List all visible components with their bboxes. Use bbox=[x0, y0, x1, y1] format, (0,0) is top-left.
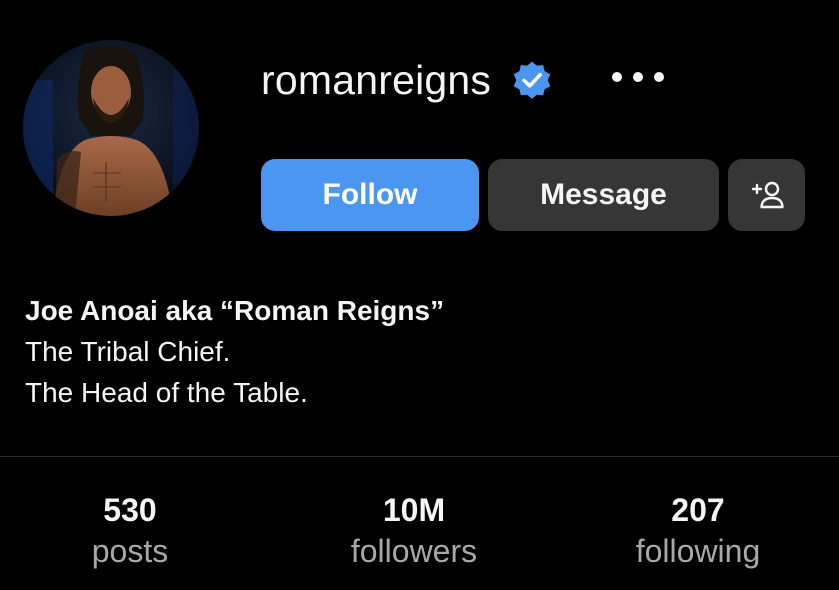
profile-bio: Joe Anoai aka “Roman Reigns” The Tribal … bbox=[25, 290, 805, 413]
bio-line: The Head of the Table. bbox=[25, 377, 308, 408]
suggested-accounts-button[interactable] bbox=[728, 159, 805, 231]
stat-label: following bbox=[635, 533, 761, 569]
add-person-icon bbox=[751, 181, 784, 209]
profile-username: romanreigns bbox=[261, 56, 492, 103]
username-row: romanreigns bbox=[261, 50, 553, 110]
bio-line: The Tribal Chief. bbox=[25, 336, 231, 367]
more-options-button[interactable] bbox=[612, 66, 664, 88]
stat-value: 530 bbox=[103, 492, 157, 528]
stat-followers[interactable]: 10M followers bbox=[304, 490, 524, 572]
stat-value: 10M bbox=[382, 492, 446, 528]
stat-value: 207 bbox=[671, 492, 725, 528]
stat-label: followers bbox=[350, 533, 478, 569]
message-button[interactable]: Message bbox=[488, 159, 719, 231]
stat-label: posts bbox=[91, 533, 169, 569]
follow-button[interactable]: Follow bbox=[261, 159, 479, 231]
profile-avatar[interactable] bbox=[23, 40, 199, 216]
stat-posts[interactable]: 530 posts bbox=[20, 490, 240, 572]
bio-full-name: Joe Anoai aka “Roman Reigns” bbox=[25, 295, 445, 326]
stats-divider bbox=[0, 456, 839, 457]
avatar-photo bbox=[23, 40, 199, 216]
verified-badge-icon bbox=[511, 59, 553, 101]
ellipsis-icon bbox=[612, 72, 622, 82]
stat-following[interactable]: 207 following bbox=[588, 490, 808, 572]
